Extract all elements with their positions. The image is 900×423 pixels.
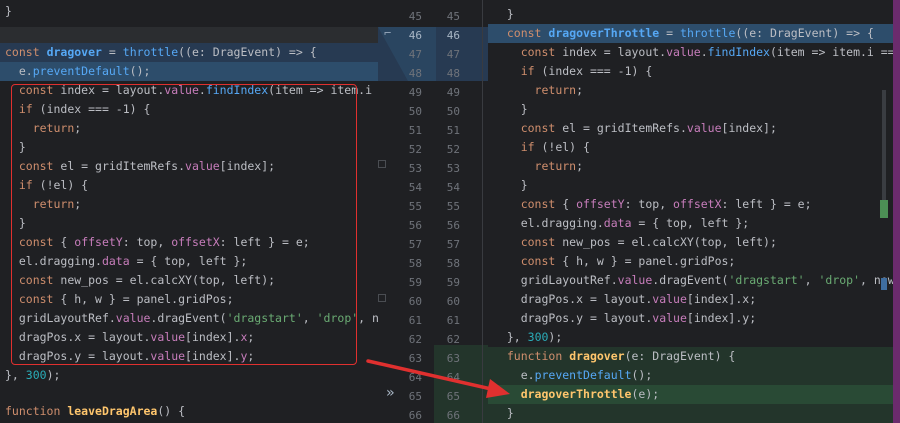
line-number-left: 57 — [408, 238, 422, 251]
line-number-right: 48 — [446, 67, 460, 80]
line-number-left: 61 — [408, 314, 422, 327]
line-number-left: 56 — [408, 219, 422, 232]
code-line-added: } — [488, 404, 893, 423]
line-number-right: 56 — [446, 219, 460, 232]
line-number-right: 53 — [446, 162, 460, 175]
line-number-left: 60 — [408, 295, 422, 308]
code-line: gridLayoutRef.value.dragEvent('dragstart… — [520, 273, 893, 287]
code-line: }, 300); — [5, 368, 61, 382]
code-line: } — [5, 4, 12, 18]
code-line-added-function: function dragover(e: DragEvent) { — [488, 347, 893, 366]
code-line: if (!el) { — [520, 140, 590, 154]
line-number-right: 52 — [446, 143, 460, 156]
line-number-left: 52 — [408, 143, 422, 156]
code-line-dragover-decl: const dragover = throttle((e: DragEvent)… — [0, 43, 378, 62]
code-line: }, 300); — [506, 330, 563, 344]
code-line: const { h, w } = panel.gridPos; — [520, 254, 736, 268]
code-line: dragPos.y = layout.value[index].y; — [520, 311, 757, 325]
diff-marker-icon[interactable]: ⌐ — [384, 26, 398, 40]
side-panel-edge — [893, 0, 900, 423]
line-number-right: 60 — [446, 295, 460, 308]
code-line: if (index === -1) { — [520, 64, 653, 78]
line-number-left: 50 — [408, 105, 422, 118]
code-line: dragPos.x = layout.value[index].x; — [520, 292, 757, 306]
line-number-left: 46 — [408, 29, 422, 42]
code-line-leave-drag-area: function leaveDragArea() { — [5, 404, 186, 418]
line-number-right: 59 — [446, 276, 460, 289]
code-line: return; — [534, 83, 584, 97]
line-number-right: 47 — [446, 48, 460, 61]
line-number-left: 49 — [408, 86, 422, 99]
code-line: const new_pos = el.calcXY(top, left); — [520, 235, 777, 249]
arrow-shaft — [366, 359, 502, 393]
code-line: } — [520, 102, 528, 116]
line-number-left: 55 — [408, 200, 422, 213]
red-annotation-arrow — [366, 359, 510, 398]
code-line-added: e.preventDefault(); — [488, 366, 893, 385]
line-number-left: 62 — [408, 333, 422, 346]
line-number-left: 47 — [408, 48, 422, 61]
code-line: e.preventDefault(); — [0, 62, 378, 81]
code-line: const { offsetY: top, offsetX: left } = … — [520, 197, 812, 211]
line-number-right: 57 — [446, 238, 460, 251]
code-line: } — [520, 178, 528, 192]
scrollbar-thumb[interactable] — [882, 90, 886, 210]
fold-marker-icon[interactable] — [378, 294, 386, 302]
scrollbar-diff-marker — [881, 278, 887, 290]
scrollbar-change-marker — [880, 200, 888, 218]
line-number-left: 59 — [408, 276, 422, 289]
left-editor-pane[interactable]: } const dragover = throttle((e: DragEven… — [0, 0, 378, 423]
line-number-right: 50 — [446, 105, 460, 118]
code-line: return; — [534, 159, 584, 173]
red-annotation-box — [11, 84, 357, 365]
line-number-right: 61 — [446, 314, 460, 327]
arrow-head — [486, 379, 510, 398]
code-line-dragover-throttle-decl: const dragoverThrottle = throttle((e: Dr… — [488, 24, 893, 43]
line-number-right: 54 — [446, 181, 460, 194]
code-line: const index = layout.value.findIndex(ite… — [520, 45, 893, 59]
line-number-left: 51 — [408, 124, 422, 137]
line-number-right: 46 — [446, 29, 460, 42]
line-number-right: 49 — [446, 86, 460, 99]
code-line: el.dragging.data = { top, left }; — [520, 216, 750, 230]
code-line: const el = gridItemRefs.value[index]; — [520, 121, 777, 135]
line-number-right: 66 — [446, 409, 460, 422]
fold-marker-icon[interactable] — [378, 160, 386, 168]
line-number-right: 45 — [446, 10, 460, 23]
line-number-right: 62 — [446, 333, 460, 346]
code-line: } — [506, 7, 514, 21]
line-number-right: 51 — [446, 124, 460, 137]
code-line-added-call: dragoverThrottle(e); — [488, 385, 893, 404]
right-editor-pane[interactable]: } const dragoverThrottle = throttle((e: … — [488, 0, 893, 423]
line-number-left: 53 — [408, 162, 422, 175]
line-number-left: 58 — [408, 257, 422, 270]
line-number-right: 58 — [446, 257, 460, 270]
line-number-left: 54 — [408, 181, 422, 194]
line-number-right: 55 — [446, 200, 460, 213]
line-number-left: 45 — [408, 10, 422, 23]
line-number-left: 66 — [408, 409, 422, 422]
line-number-left: 48 — [408, 67, 422, 80]
